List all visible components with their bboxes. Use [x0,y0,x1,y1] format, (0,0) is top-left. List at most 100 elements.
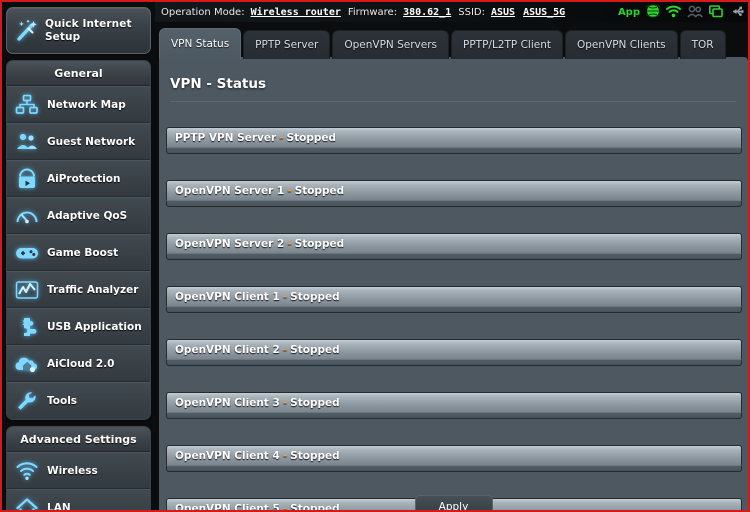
sidebar-label-aicloud: AiCloud 2.0 [47,357,115,370]
sidebar-item-guest-network[interactable]: Guest Network [7,123,150,160]
operation-mode-value[interactable]: Wireless router [251,7,341,18]
firmware-label: Firmware: [347,6,398,18]
vpn-row-name: OpenVPN Server 1 [175,184,285,197]
vpn-row-status: Stopped [290,343,340,356]
status-bar-icons: App [618,2,744,22]
monitor-icon[interactable] [709,3,723,22]
vpn-row-openvpn-server-1[interactable]: OpenVPN Server 1 - Stopped [166,180,742,207]
vpn-row-name: OpenVPN Client 3 [175,396,280,409]
vpn-row-pptp-server[interactable]: PPTP VPN Server - Stopped [166,127,742,154]
quick-internet-setup-label: Quick Internet Setup [45,18,132,43]
sidebar-item-wireless[interactable]: Wireless [7,452,150,489]
vpn-row-separator: - [282,396,288,409]
cloud-home-icon [7,353,47,375]
content-panel: VPN - Status PPTP VPN Server - Stopped O… [159,57,748,512]
traffic-chart-icon [7,279,47,301]
sidebar-label-adaptive-qos: Adaptive QoS [47,209,128,222]
globe-icon[interactable] [643,3,663,22]
shield-lock-icon [7,168,47,190]
sidebar-section-advanced-settings: Advanced Settings Wireless LAN [6,426,151,512]
sidebar-item-adaptive-qos[interactable]: Adaptive QoS [7,197,150,234]
sidebar-item-lan[interactable]: LAN [7,489,150,512]
vpn-row-openvpn-client-4[interactable]: OpenVPN Client 4 - Stopped [166,445,742,472]
network-map-icon [7,94,47,116]
page-title: VPN - Status [170,76,267,92]
sidebar-item-aiprotection[interactable]: AiProtection [7,160,150,197]
vpn-row-bar: OpenVPN Client 4 - Stopped [166,445,742,465]
ssid-value-24g[interactable]: ASUS [491,7,515,18]
vpn-row-footer [166,147,742,154]
vpn-row-status: Stopped [294,184,345,197]
tab-openvpn-servers[interactable]: OpenVPN Servers [332,30,450,59]
vpn-row-status: Stopped [286,131,337,144]
tab-pptp-l2tp-client[interactable]: PPTP/L2TP Client [451,30,563,59]
usb-icon[interactable] [729,3,744,22]
sidebar-item-game-boost[interactable]: Game Boost [7,234,150,271]
ssid-value-5g[interactable]: ASUS_5G [523,7,565,18]
vpn-row-footer [166,200,742,207]
gauge-icon [7,205,47,227]
wrench-icon [7,390,47,412]
wifi-icon[interactable] [666,3,681,22]
sidebar-label-game-boost: Game Boost [47,246,119,259]
vpn-row-bar: PPTP VPN Server - Stopped [166,127,742,147]
vpn-row-name: OpenVPN Client 4 [175,449,280,462]
router-admin-window: Quick Internet Setup General Network Map [0,0,750,512]
vpn-row-bar: OpenVPN Client 3 - Stopped [166,392,742,412]
sidebar-label-usb-application: USB Application [47,320,142,333]
vpn-row-status: Stopped [290,396,340,409]
tab-bar: VPN Status PPTP Server OpenVPN Servers P… [159,26,728,59]
tab-tor[interactable]: TOR [679,30,726,59]
vpn-row-bar: OpenVPN Client 2 - Stopped [166,339,742,359]
sidebar-item-aicloud[interactable]: AiCloud 2.0 [7,345,150,382]
vpn-row-footer [166,359,742,366]
sidebar-item-usb-application[interactable]: USB Application [7,308,150,345]
vpn-row-bar: OpenVPN Server 1 - Stopped [166,180,742,200]
gamepad-icon [7,243,47,263]
vpn-row-name: OpenVPN Client 5 [175,502,280,512]
app-label[interactable]: App [618,7,640,18]
sidebar-label-traffic-analyzer: Traffic Analyzer [47,283,139,296]
vpn-row-openvpn-client-2[interactable]: OpenVPN Client 2 - Stopped [166,339,742,366]
title-divider [170,101,736,102]
vpn-row-openvpn-server-2[interactable]: OpenVPN Server 2 - Stopped [166,233,742,260]
sidebar-item-tools[interactable]: Tools [7,382,150,419]
vpn-row-status: Stopped [294,237,345,250]
quick-internet-setup-button[interactable]: Quick Internet Setup [6,7,151,54]
home-icon [7,497,47,510]
sidebar-item-network-map[interactable]: Network Map [7,86,150,123]
tab-vpn-status[interactable]: VPN Status [159,28,242,59]
vpn-row-bar: OpenVPN Server 2 - Stopped [166,233,742,253]
vpn-row-separator: - [282,343,288,356]
vpn-row-status: Stopped [290,449,340,462]
users-icon[interactable] [687,3,703,22]
vpn-status-list: PPTP VPN Server - Stopped OpenVPN Server… [166,127,742,512]
sidebar-label-aiprotection: AiProtection [47,172,121,185]
sidebar-label-tools: Tools [47,395,78,407]
vpn-row-name: OpenVPN Server 2 [175,237,285,250]
vpn-row-separator: - [287,184,292,197]
apply-button[interactable]: Apply [414,495,493,510]
sidebar-item-traffic-analyzer[interactable]: Traffic Analyzer [7,271,150,308]
vpn-row-name: OpenVPN Client 2 [175,343,280,356]
vpn-row-openvpn-client-3[interactable]: OpenVPN Client 3 - Stopped [166,392,742,419]
sidebar-section-general: General Network Map Guest Network AiProt… [6,60,151,420]
vpn-row-separator: - [279,131,284,144]
sidebar-label-lan: LAN [47,502,71,512]
vpn-row-openvpn-client-1[interactable]: OpenVPN Client 1 - Stopped [166,286,742,313]
vpn-row-status: Stopped [290,290,340,303]
tab-openvpn-clients[interactable]: OpenVPN Clients [564,30,678,59]
firmware-value[interactable]: 380.62_1 [403,7,451,18]
vpn-row-separator: - [282,449,288,462]
sidebar-label-network-map: Network Map [47,98,126,111]
vpn-row-name: OpenVPN Client 1 [175,290,280,303]
vpn-row-footer [166,412,742,419]
guest-network-icon [7,131,47,153]
vpn-row-footer [166,465,742,472]
tab-pptp-server[interactable]: PPTP Server [243,30,331,59]
vpn-row-status: Stopped [290,502,340,512]
vpn-row-separator: - [282,290,288,303]
vpn-row-separator: - [282,502,288,512]
puzzle-icon [7,316,47,338]
wifi-signal-icon [7,461,47,481]
